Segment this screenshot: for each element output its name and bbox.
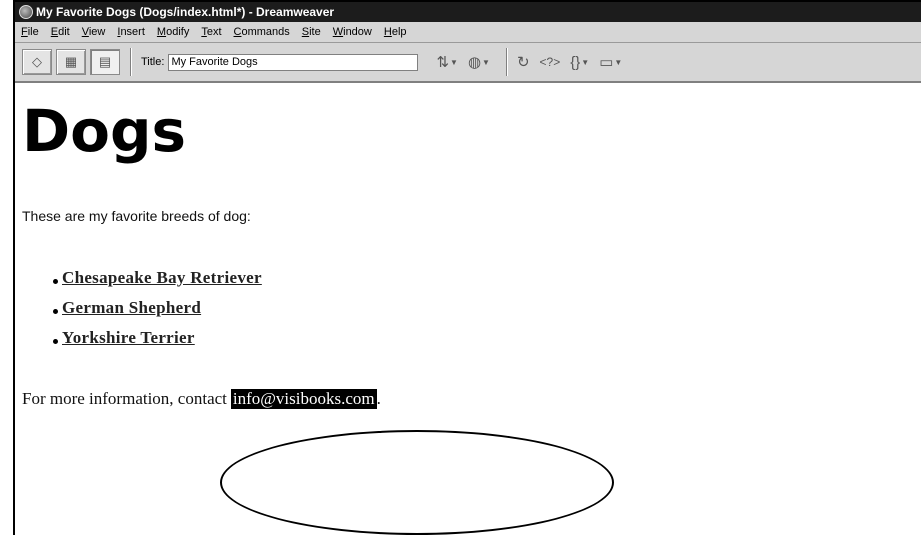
menu-view[interactable]: View (76, 26, 112, 38)
list-item: German Shepherd (53, 293, 262, 323)
view-options-button[interactable]: ▭ ▼ (599, 53, 622, 71)
preview-browser-button[interactable]: ◍ ▼ (468, 53, 490, 71)
design-view-button[interactable]: ▤ (90, 49, 120, 75)
menu-edit[interactable]: Edit (45, 26, 76, 38)
contact-paragraph: For more information, contact info@visib… (22, 389, 381, 409)
title-bar[interactable]: My Favorite Dogs (Dogs/index.html*) - Dr… (15, 2, 921, 22)
breed-list: Chesapeake Bay Retriever German Shepherd… (53, 263, 262, 353)
menu-site[interactable]: Site (296, 26, 327, 38)
code-navigation-button[interactable]: {} ▼ (570, 54, 589, 71)
list-item: Yorkshire Terrier (53, 323, 262, 353)
preview-browser-icon: ◍ (467, 54, 482, 71)
selected-email-text[interactable]: info@visibooks.com (230, 389, 377, 409)
refresh-button[interactable]: ↻ (517, 53, 530, 71)
file-management-button[interactable]: ⇅ ▼ (436, 53, 458, 71)
toolbar-separator (505, 48, 508, 76)
reference-icon: <?> (539, 55, 561, 69)
code-view-icon: ◇ (32, 54, 42, 69)
split-view-icon: ▦ (64, 54, 78, 69)
page-heading: Dogs (22, 97, 187, 165)
toolbar-separator (130, 48, 132, 76)
list-item: Chesapeake Bay Retriever (53, 263, 262, 293)
view-options-icon: ▭ (599, 54, 614, 71)
chevron-down-icon: ▼ (450, 57, 458, 67)
title-label: Title: (141, 56, 165, 68)
menu-modify[interactable]: Modify (151, 26, 195, 38)
menu-bar: File Edit View Insert Modify Text Comman… (15, 22, 921, 43)
chevron-down-icon: ▼ (614, 57, 623, 67)
menu-file[interactable]: File (15, 26, 45, 38)
intro-text: These are my favorite breeds of dog: (22, 208, 251, 224)
breed-link-yorkshire[interactable]: Yorkshire Terrier (62, 328, 195, 348)
code-view-button[interactable]: ◇ (22, 49, 52, 75)
menu-window[interactable]: Window (327, 26, 378, 38)
chevron-down-icon: ▼ (581, 57, 590, 67)
contact-suffix: . (376, 389, 381, 408)
bullet-icon (53, 308, 58, 314)
dreamweaver-app-icon[interactable] (19, 5, 33, 19)
document-toolbar: ◇ ▦ ▤ Title: ⇅▼ ◍▼ ↻ <?> {}▼ ▭▼ (15, 43, 921, 83)
breed-link-chesapeake[interactable]: Chesapeake Bay Retriever (62, 268, 262, 288)
design-view-icon: ▤ (98, 54, 112, 69)
reference-button[interactable]: <?> (540, 55, 561, 69)
chevron-down-icon: ▼ (482, 57, 490, 67)
page-title-input[interactable] (168, 53, 419, 71)
menu-insert[interactable]: Insert (111, 26, 151, 38)
file-management-icon: ⇅ (436, 54, 450, 71)
menu-help[interactable]: Help (378, 26, 413, 38)
menu-text[interactable]: Text (195, 26, 227, 38)
menu-commands[interactable]: Commands (228, 26, 296, 38)
bullet-icon (53, 278, 58, 284)
split-view-button[interactable]: ▦ (56, 49, 86, 75)
code-navigation-icon: {} (570, 53, 581, 71)
breed-link-german-shepherd[interactable]: German Shepherd (62, 298, 201, 318)
bullet-icon (53, 338, 58, 344)
refresh-icon: ↻ (516, 54, 530, 71)
window-title: My Favorite Dogs (Dogs/index.html*) - Dr… (36, 5, 335, 19)
contact-text: For more information, contact (22, 389, 227, 408)
